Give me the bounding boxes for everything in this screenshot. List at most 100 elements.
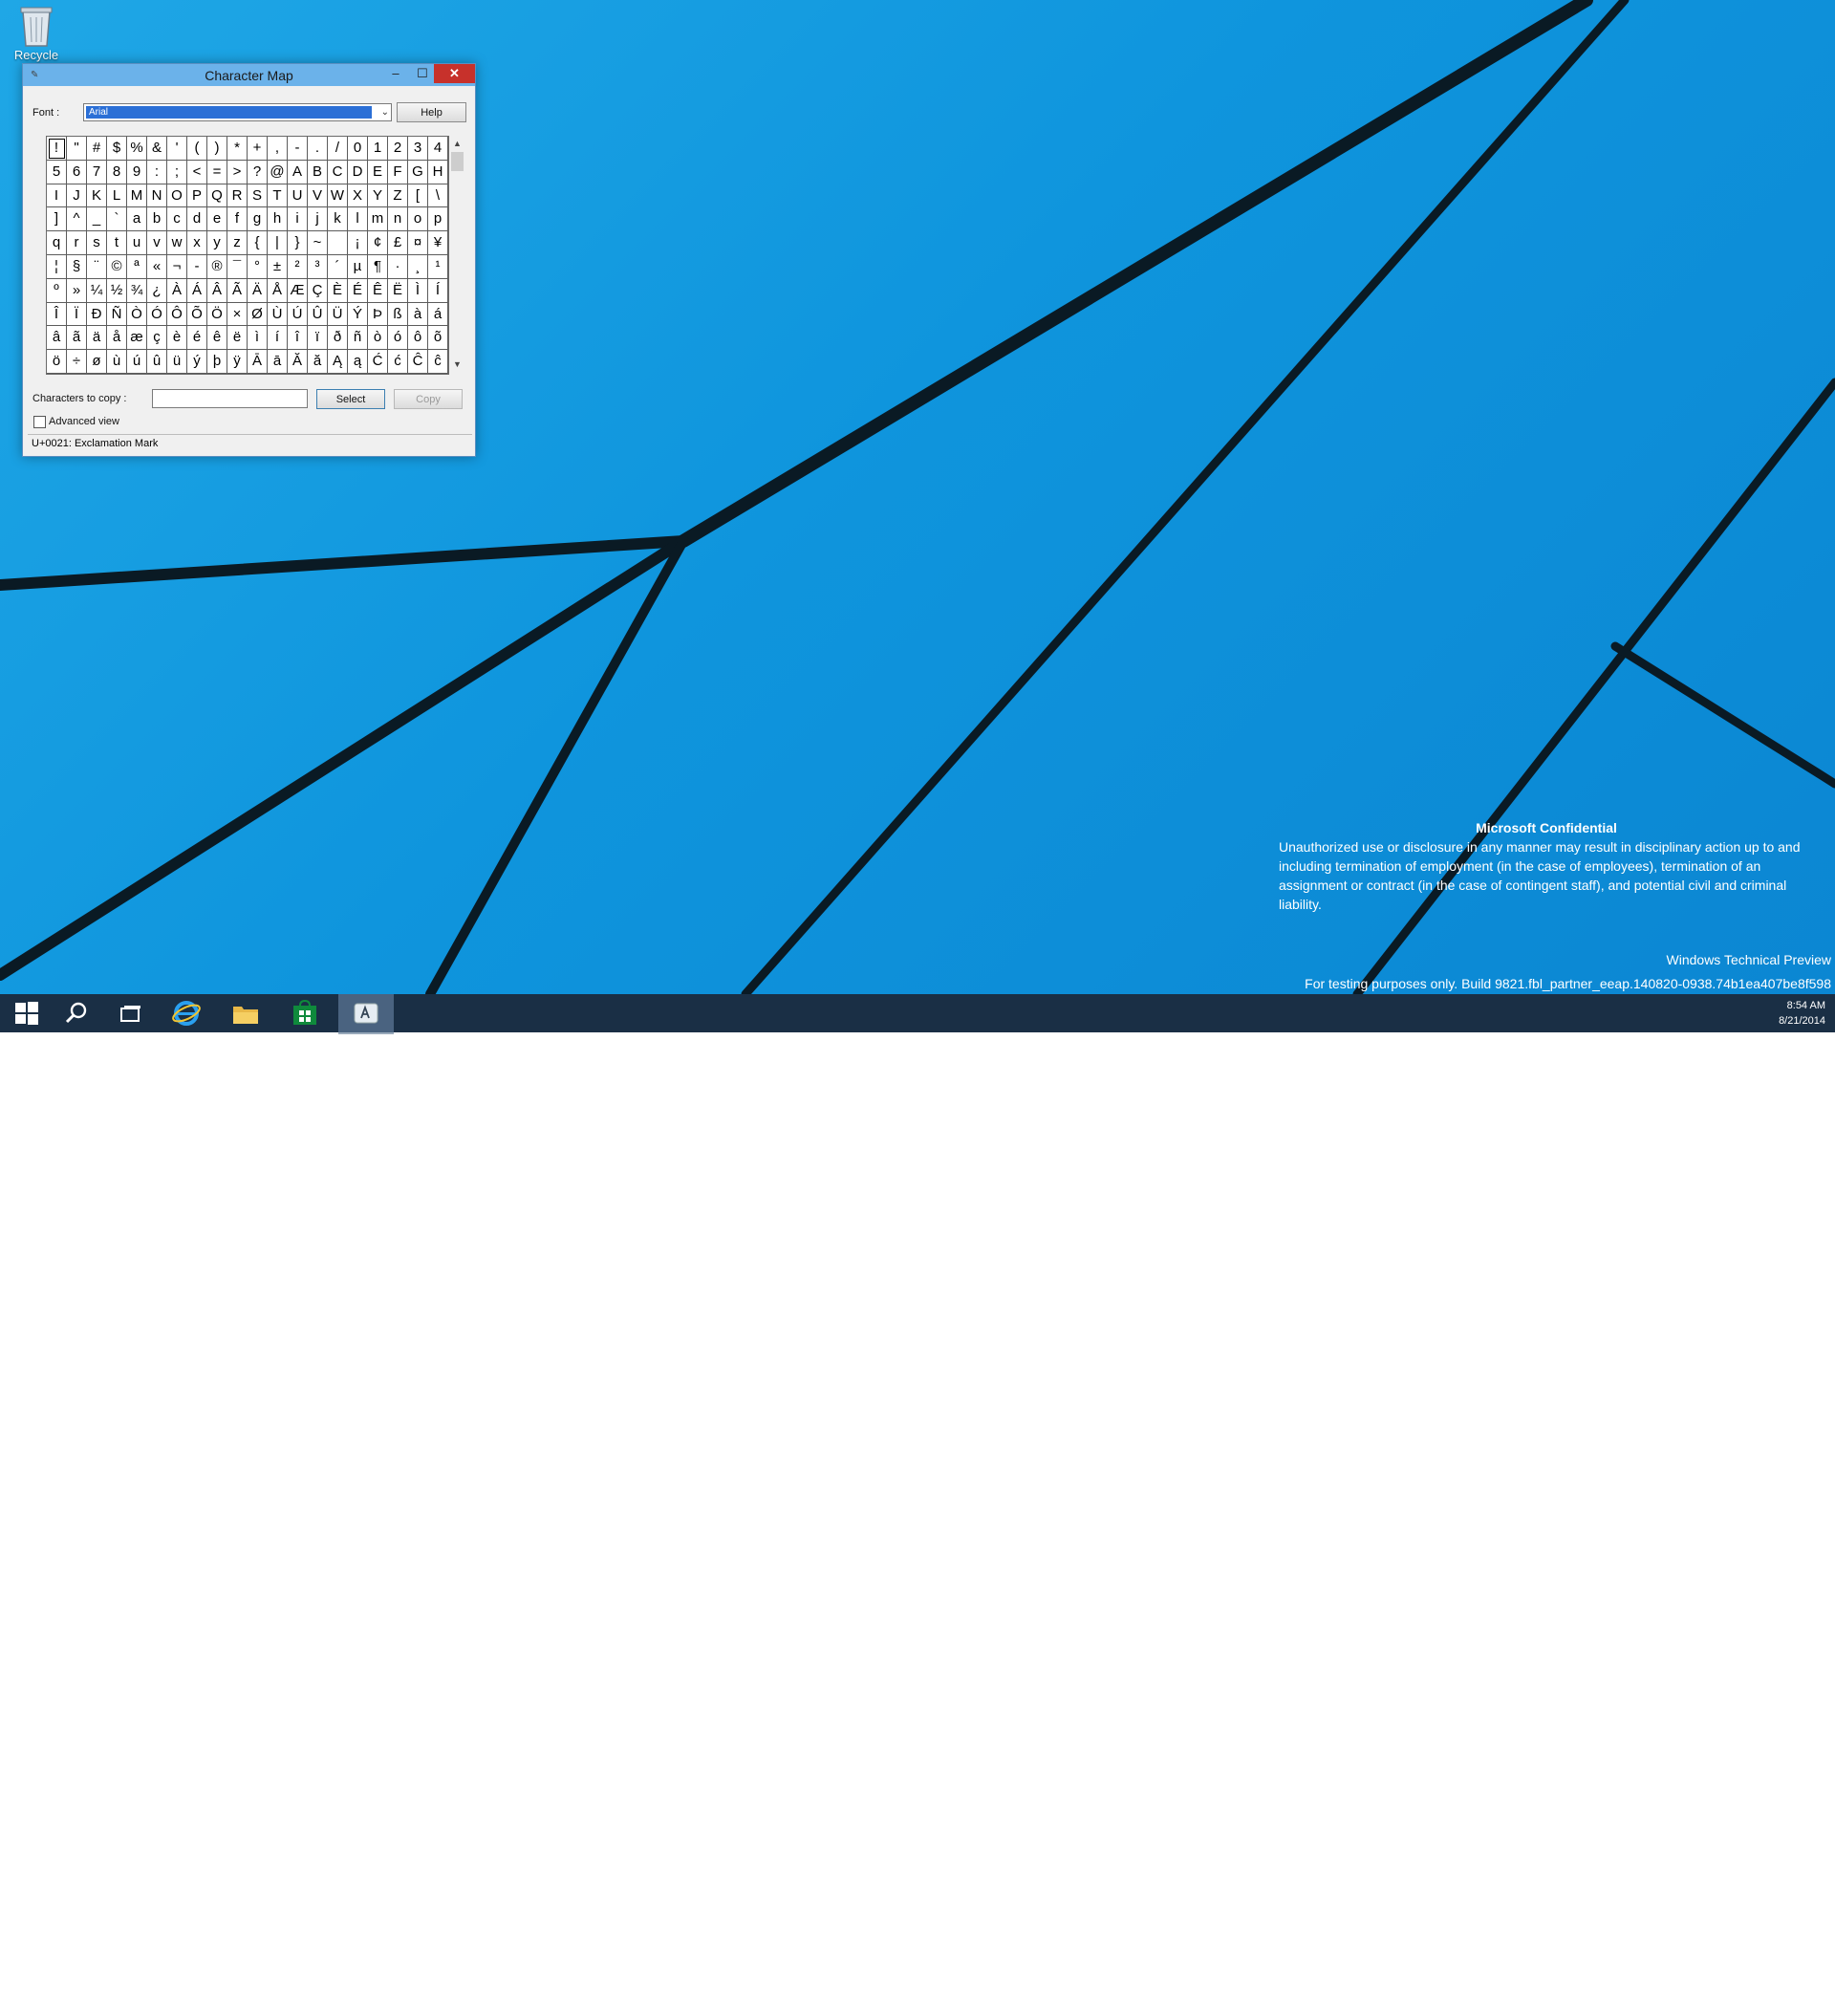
scroll-down-icon[interactable]: ▼ [449,357,465,373]
char-cell[interactable]: Â [207,278,227,303]
char-cell[interactable]: ] [47,207,67,232]
char-cell[interactable]: @ [268,160,288,184]
char-cell[interactable]: Z [388,184,408,208]
char-cell[interactable]: Ô [167,302,187,327]
scroll-up-icon[interactable]: ▲ [449,136,465,152]
char-cell[interactable]: 2 [388,137,408,161]
char-cell[interactable]: Ë [388,278,408,303]
char-cell[interactable]: ó [388,326,408,351]
char-cell[interactable]: Q [207,184,227,208]
char-cell[interactable]: j [308,207,328,232]
char-cell[interactable]: Ć [368,350,388,374]
char-cell[interactable]: Þ [368,302,388,327]
char-cell[interactable]: N [147,184,167,208]
char-cell[interactable]: ` [107,207,127,232]
char-cell[interactable]: , [268,137,288,161]
char-cell[interactable]: - [288,137,308,161]
char-cell[interactable]: Ü [328,302,348,327]
char-cell[interactable]: ¶ [368,254,388,279]
char-cell[interactable]: W [328,184,348,208]
char-cell[interactable]: » [67,278,87,303]
char-cell[interactable]: ĉ [428,350,448,374]
char-cell[interactable]: : [147,160,167,184]
char-cell[interactable]: þ [207,350,227,374]
char-cell[interactable]: Û [308,302,328,327]
char-cell[interactable]: ā [268,350,288,374]
char-cell[interactable]: ú [127,350,147,374]
char-cell[interactable]: Ã [227,278,248,303]
char-cell[interactable]: B [308,160,328,184]
char-cell[interactable]: A [288,160,308,184]
char-cell[interactable]: ¸ [408,254,428,279]
char-cell[interactable]: ³ [308,254,328,279]
char-cell[interactable]: v [147,231,167,255]
char-cell[interactable]: 9 [127,160,147,184]
char-cell[interactable]: ë [227,326,248,351]
char-cell[interactable]: ? [248,160,268,184]
char-cell[interactable]: È [328,278,348,303]
char-cell[interactable]: x [187,231,207,255]
char-cell[interactable]: Ð [87,302,107,327]
char-cell[interactable]: ¥ [428,231,448,255]
char-cell[interactable]: V [308,184,328,208]
char-cell[interactable]: § [67,254,87,279]
char-cell[interactable]: À [167,278,187,303]
char-cell[interactable]: l [348,207,368,232]
char-cell[interactable]: ¡ [348,231,368,255]
char-cell[interactable]: º [47,278,67,303]
char-cell[interactable]: d [187,207,207,232]
char-cell[interactable]: Ý [348,302,368,327]
char-cell[interactable]: ö [47,350,67,374]
char-cell[interactable]: y [207,231,227,255]
char-cell[interactable]: } [288,231,308,255]
internet-explorer-button[interactable] [160,994,213,1032]
char-cell[interactable]: Ù [268,302,288,327]
char-cell[interactable]: S [248,184,268,208]
char-cell[interactable]: ! [47,137,67,161]
char-cell[interactable]: ; [167,160,187,184]
char-cell[interactable]: > [227,160,248,184]
char-cell[interactable]: q [47,231,67,255]
font-dropdown[interactable]: Arial ⌄ [83,103,392,121]
char-cell[interactable]: « [147,254,167,279]
advanced-view-checkbox[interactable] [33,416,46,428]
char-cell[interactable]: Ø [248,302,268,327]
char-cell[interactable]: M [127,184,147,208]
char-cell[interactable]: Ï [67,302,87,327]
char-cell[interactable]: ´ [328,254,348,279]
char-cell[interactable]: ' [167,137,187,161]
char-cell[interactable]: 0 [348,137,368,161]
help-button[interactable]: Help [397,102,466,122]
char-cell[interactable]: # [87,137,107,161]
char-cell[interactable]: e [207,207,227,232]
char-cell[interactable]: ç [147,326,167,351]
char-cell[interactable]: Õ [187,302,207,327]
char-cell[interactable] [328,231,348,255]
char-cell[interactable]: Ç [308,278,328,303]
char-cell[interactable]: = [207,160,227,184]
char-cell[interactable]: m [368,207,388,232]
char-cell[interactable]: à [408,302,428,327]
file-explorer-button[interactable] [219,994,272,1032]
char-cell[interactable]: ä [87,326,107,351]
char-cell[interactable]: X [348,184,368,208]
copy-button[interactable]: Copy [394,389,463,409]
char-cell[interactable]: ¼ [87,278,107,303]
char-cell[interactable]: R [227,184,248,208]
char-cell[interactable]: í [268,326,288,351]
char-cell[interactable]: ï [308,326,328,351]
char-cell[interactable]: [ [408,184,428,208]
char-cell[interactable]: w [167,231,187,255]
char-cell[interactable]: < [187,160,207,184]
char-cell[interactable]: g [248,207,268,232]
char-cell[interactable]: r [67,231,87,255]
char-cell[interactable]: J [67,184,87,208]
char-cell[interactable]: ã [67,326,87,351]
char-cell[interactable]: I [47,184,67,208]
minimize-button[interactable]: – [382,64,409,83]
char-cell[interactable]: K [87,184,107,208]
char-cell[interactable]: " [67,137,87,161]
char-cell[interactable]: T [268,184,288,208]
char-cell[interactable]: ü [167,350,187,374]
char-cell[interactable]: p [428,207,448,232]
